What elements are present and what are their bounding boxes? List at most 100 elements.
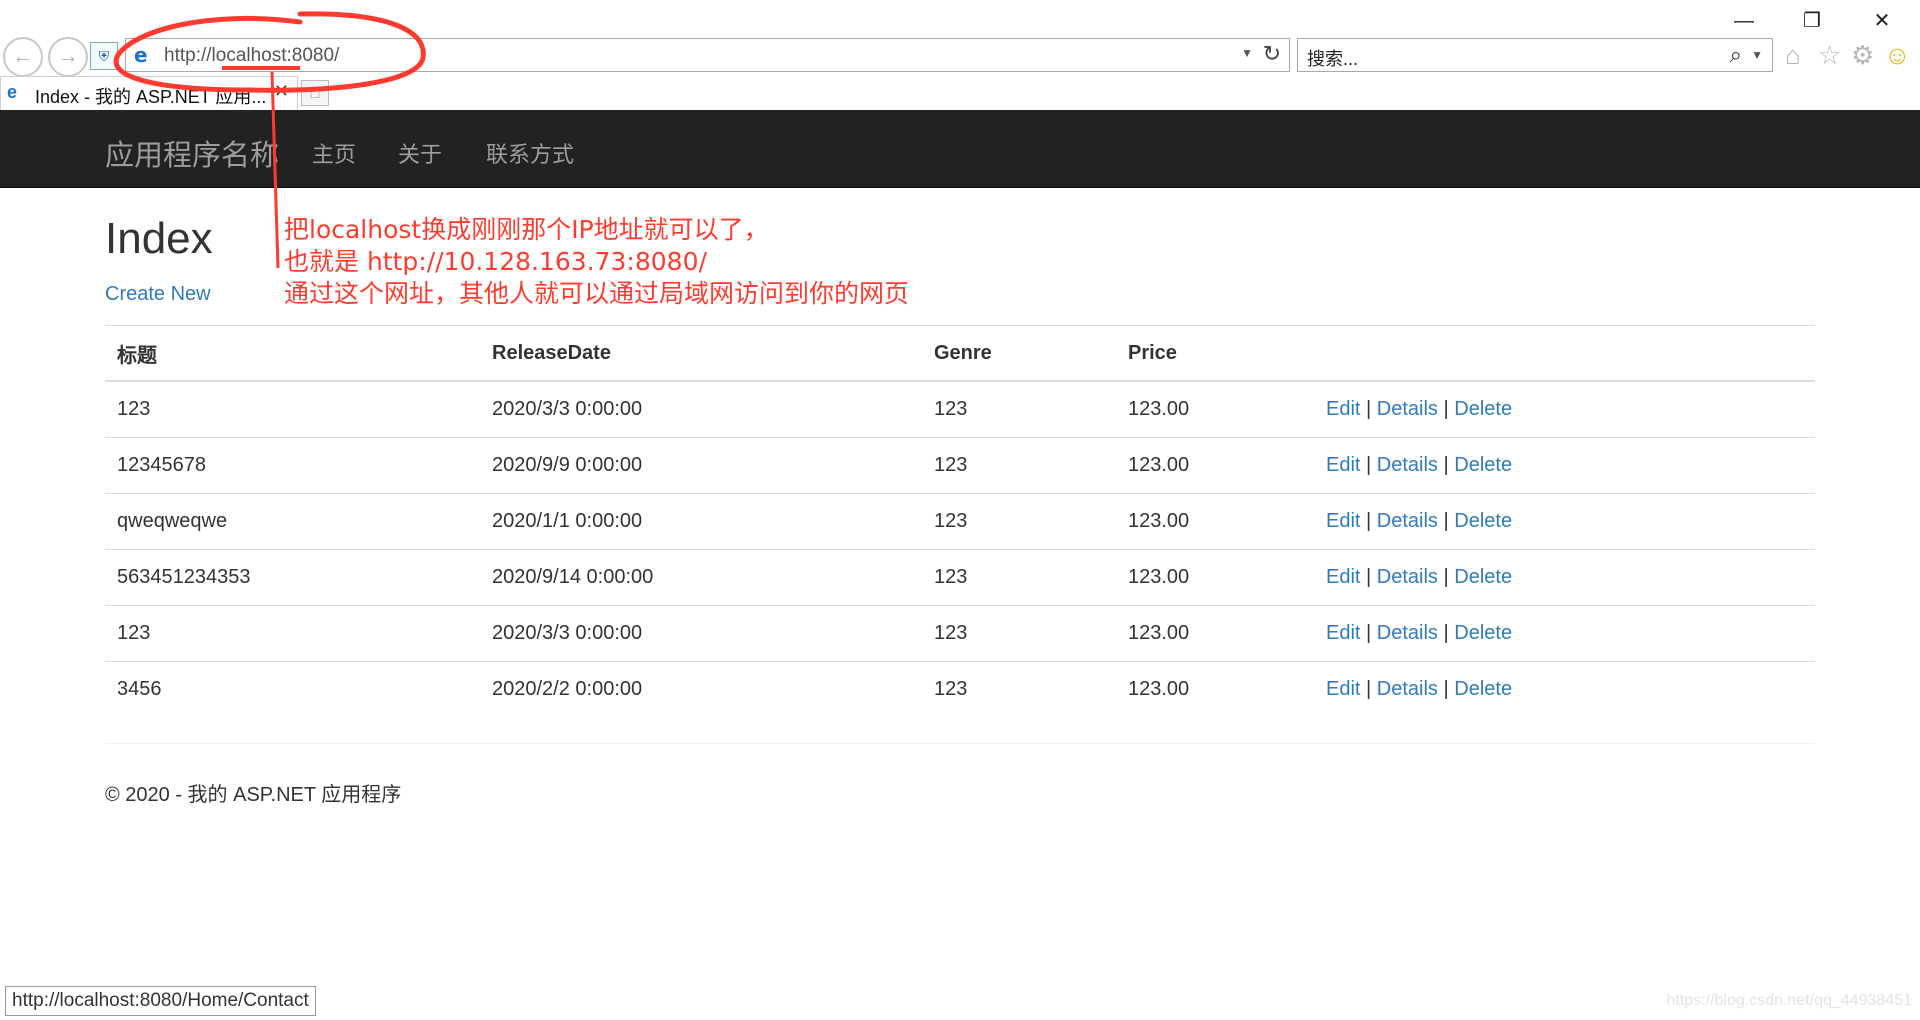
details-link[interactable]: Details — [1377, 622, 1438, 644]
details-link[interactable]: Details — [1377, 398, 1438, 420]
action-separator: | — [1366, 622, 1372, 644]
search-dropdown-icon[interactable]: ▼ — [1751, 48, 1763, 62]
movies-table: 标题 ReleaseDate Genre Price 123 2020/3/3 … — [105, 325, 1815, 717]
nav-link-contact[interactable]: 联系方式 — [486, 137, 574, 169]
details-link[interactable]: Details — [1377, 566, 1438, 588]
restore-button[interactable]: ❐ — [1792, 8, 1832, 34]
search-icon[interactable]: ⌕ — [1730, 42, 1742, 68]
table-row: qweqweqwe 2020/1/1 0:00:00 123 123.00 Ed… — [105, 493, 1815, 550]
nav-link-about[interactable]: 关于 — [398, 137, 442, 169]
cell-genre: 123 — [922, 661, 1116, 717]
cell-price: 123.00 — [1116, 437, 1314, 494]
ie-tab-icon: e — [7, 82, 18, 102]
cell-release-date: 2020/3/3 0:00:00 — [480, 605, 922, 662]
browser-tab[interactable]: e Index - 我的 ASP.NET 应用... ✕ — [0, 76, 298, 110]
table-header-row: 标题 ReleaseDate Genre Price — [105, 325, 1815, 382]
edit-link[interactable]: Edit — [1326, 622, 1360, 644]
edit-link[interactable]: Edit — [1326, 454, 1360, 476]
cell-genre: 123 — [922, 437, 1116, 494]
cell-release-date: 2020/9/14 0:00:00 — [480, 549, 922, 606]
address-url[interactable]: http://localhost:8080/ — [164, 45, 339, 67]
action-separator: | — [1443, 454, 1449, 476]
settings-gear-icon[interactable]: ⚙ — [1851, 40, 1874, 70]
column-header-actions — [1314, 325, 1815, 382]
delete-link[interactable]: Delete — [1454, 454, 1512, 476]
cell-actions: Edit | Details | Delete — [1314, 549, 1815, 606]
site-navbar: 应用程序名称 主页 关于 联系方式 — [0, 110, 1920, 188]
action-separator: | — [1443, 566, 1449, 588]
annotation-line: 把localhost换成刚刚那个IP地址就可以了， — [284, 215, 769, 244]
action-separator: | — [1443, 398, 1449, 420]
cell-price: 123.00 — [1116, 380, 1314, 438]
column-header-releasedate: ReleaseDate — [480, 325, 922, 382]
new-tab-button[interactable]: □ — [301, 80, 329, 106]
cell-release-date: 2020/3/3 0:00:00 — [480, 380, 922, 438]
new-tab-icon: □ — [310, 85, 320, 101]
nav-link-home[interactable]: 主页 — [312, 137, 356, 169]
cell-price: 123.00 — [1116, 549, 1314, 606]
column-header-title: 标题 — [105, 325, 480, 382]
edit-link[interactable]: Edit — [1326, 678, 1360, 700]
edit-link[interactable]: Edit — [1326, 566, 1360, 588]
delete-link[interactable]: Delete — [1454, 566, 1512, 588]
cell-price: 123.00 — [1116, 605, 1314, 662]
tab-title[interactable]: Index - 我的 ASP.NET 应用... — [35, 83, 270, 109]
favorites-star-icon[interactable]: ☆ — [1818, 40, 1841, 70]
cell-title: 3456 — [105, 661, 480, 717]
compatibility-view-button[interactable]: ⛨ — [90, 42, 118, 70]
edit-link[interactable]: Edit — [1326, 398, 1360, 420]
action-separator: | — [1366, 510, 1372, 532]
page-title: Index — [105, 214, 213, 263]
minimize-button[interactable]: — — [1724, 8, 1764, 34]
refresh-icon[interactable]: ↻ — [1263, 41, 1281, 67]
back-arrow-icon: ← — [12, 43, 34, 68]
details-link[interactable]: Details — [1377, 454, 1438, 476]
cell-genre: 123 — [922, 380, 1116, 438]
cell-title: 123 — [105, 380, 480, 438]
forward-button[interactable]: → — [48, 37, 88, 77]
close-window-button[interactable]: ✕ — [1862, 8, 1902, 34]
feedback-smiley-icon[interactable]: ☺ — [1884, 40, 1911, 70]
action-separator: | — [1366, 678, 1372, 700]
cell-title: 12345678 — [105, 437, 480, 494]
cell-release-date: 2020/9/9 0:00:00 — [480, 437, 922, 494]
watermark: https://blog.csdn.net/qq_44938451 — [1666, 992, 1912, 1009]
details-link[interactable]: Details — [1377, 510, 1438, 532]
action-separator: | — [1443, 510, 1449, 532]
home-icon[interactable]: ⌂ — [1785, 40, 1801, 70]
tab-close-icon[interactable]: ✕ — [274, 81, 289, 102]
address-dropdown-icon[interactable]: ▼ — [1241, 46, 1253, 60]
address-bar[interactable]: e http://localhost:8080/ ▼ ↻ — [125, 38, 1290, 72]
action-separator: | — [1366, 454, 1372, 476]
search-placeholder[interactable]: 搜索... — [1307, 45, 1358, 71]
annotation-line: 也就是 http://10.128.163.73:8080/ — [284, 247, 707, 276]
cell-genre: 123 — [922, 549, 1116, 606]
delete-link[interactable]: Delete — [1454, 678, 1512, 700]
footer-divider — [105, 743, 1815, 744]
details-link[interactable]: Details — [1377, 678, 1438, 700]
action-separator: | — [1366, 566, 1372, 588]
search-box[interactable]: 搜索... ⌕ ▼ — [1297, 38, 1773, 72]
footer-copyright: © 2020 - 我的 ASP.NET 应用程序 — [105, 784, 402, 806]
column-header-price: Price — [1116, 325, 1314, 382]
back-button[interactable]: ← — [3, 37, 43, 77]
action-separator: | — [1443, 678, 1449, 700]
edit-link[interactable]: Edit — [1326, 510, 1360, 532]
action-separator: | — [1366, 398, 1372, 420]
cell-actions: Edit | Details | Delete — [1314, 493, 1815, 550]
cell-actions: Edit | Details | Delete — [1314, 661, 1815, 717]
table-row: 12345678 2020/9/9 0:00:00 123 123.00 Edi… — [105, 437, 1815, 494]
browser-chrome: — ❐ ✕ ← → ⛨ e http://localhost:8080/ ▼ ↻… — [0, 0, 1920, 110]
annotation-line: 通过这个网址，其他人就可以通过局域网访问到你的网页 — [284, 279, 910, 308]
action-separator: | — [1443, 622, 1449, 644]
table-row: 123 2020/3/3 0:00:00 123 123.00 Edit | D… — [105, 380, 1815, 438]
app-brand-link[interactable]: 应用程序名称 — [105, 132, 279, 174]
delete-link[interactable]: Delete — [1454, 622, 1512, 644]
create-new-link[interactable]: Create New — [105, 283, 211, 306]
delete-link[interactable]: Delete — [1454, 510, 1512, 532]
cell-actions: Edit | Details | Delete — [1314, 437, 1815, 494]
cell-genre: 123 — [922, 493, 1116, 550]
table-row: 123 2020/3/3 0:00:00 123 123.00 Edit | D… — [105, 605, 1815, 662]
table-row: 563451234353 2020/9/14 0:00:00 123 123.0… — [105, 549, 1815, 606]
delete-link[interactable]: Delete — [1454, 398, 1512, 420]
